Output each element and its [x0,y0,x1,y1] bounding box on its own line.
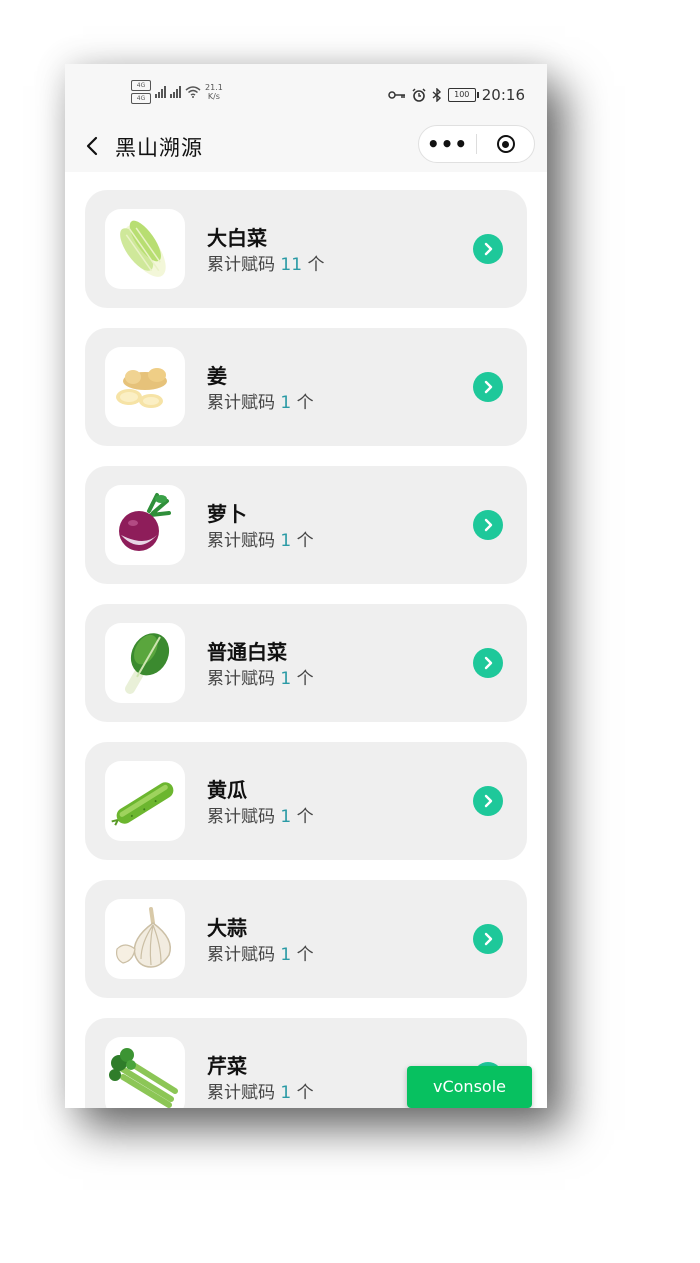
list-item[interactable]: 普通白菜 累计赋码 1 个 [85,604,527,722]
thumbnail [105,623,185,703]
cucumber-icon [111,782,174,826]
item-name: 姜 [207,364,227,388]
list-item[interactable]: 萝卜 累计赋码 1 个 [85,466,527,584]
chevron-right-icon[interactable] [473,924,503,954]
item-name: 大白菜 [207,226,267,250]
battery-icon: 100 [447,88,479,102]
list-item[interactable]: 黄瓜 累计赋码 1 个 [85,742,527,860]
back-arrow-icon[interactable] [83,134,103,158]
chevron-right-icon[interactable] [473,786,503,816]
status-right: 100 20:16 [388,86,525,104]
thumbnail [105,899,185,979]
celery-icon [109,1048,178,1108]
chevron-right-icon[interactable] [473,648,503,678]
bluetooth-icon [432,88,441,102]
thumbnail [105,1037,185,1108]
product-list: 大白菜 累计赋码 11 个 姜 累计赋码 1 个 萝卜 累计赋码 1 个 普通白… [65,172,547,1108]
alarm-icon [412,88,426,102]
net-speed-unit: K/s [207,92,220,101]
signal-1-icon [155,86,166,98]
chevron-right-icon[interactable] [473,234,503,264]
count-number: 1 [280,807,292,827]
status-bar: 4G 4G 21.1 K/s 100 20:16 [65,64,547,124]
count-number: 1 [280,393,292,413]
key-icon [388,91,405,99]
sim2-icon: 4G [131,93,151,104]
thumbnail [105,209,185,289]
mini-program-capsule: ••• [418,125,535,163]
item-name: 芹菜 [207,1054,247,1078]
target-circle-icon [496,135,515,153]
close-mini-program-button[interactable] [477,135,534,153]
net-speed-value: 21.1 [205,83,223,92]
item-count: 累计赋码 1 个 [207,807,314,827]
list-item[interactable]: 姜 累计赋码 1 个 [85,328,527,446]
chevron-right-icon[interactable] [473,510,503,540]
item-name: 黄瓜 [207,778,247,802]
item-name: 大蒜 [207,916,247,940]
thumbnail [105,347,185,427]
item-count: 累计赋码 1 个 [207,393,314,413]
list-item[interactable]: 大白菜 累计赋码 11 个 [85,190,527,308]
item-count: 累计赋码 1 个 [207,945,314,965]
bok-choy-icon [125,633,170,694]
wifi-icon [185,86,201,98]
napa-cabbage-icon [120,220,166,277]
vconsole-button[interactable]: vConsole [407,1066,532,1108]
item-name: 普通白菜 [207,640,287,664]
nav-bar: 黑山溯源 ••• [65,120,547,172]
item-count: 累计赋码 1 个 [207,531,314,551]
garlic-icon [116,907,171,968]
signal-2-icon [170,86,181,98]
clock: 20:16 [481,86,525,104]
status-left: 4G 4G 21.1 K/s [131,80,223,104]
count-number: 1 [280,945,292,965]
sim-indicators: 4G 4G [131,80,151,104]
net-speed: 21.1 K/s [205,83,223,101]
ginger-icon [116,368,167,408]
item-count: 累计赋码 1 个 [207,669,314,689]
count-number: 1 [280,669,292,689]
item-name: 萝卜 [207,502,247,526]
radish-icon [119,493,171,551]
count-number: 1 [280,1083,292,1103]
screenshot-stage: 4G 4G 21.1 K/s 100 20:16 黑山溯源 ••• 大白菜 累计… [0,0,700,1263]
thumbnail [105,485,185,565]
count-number: 1 [280,531,292,551]
item-count: 累计赋码 11 个 [207,255,325,275]
item-count: 累计赋码 1 个 [207,1083,314,1103]
more-menu-button[interactable]: ••• [419,126,476,162]
count-number: 11 [280,255,303,275]
thumbnail [105,761,185,841]
sim1-icon: 4G [131,80,151,91]
chevron-right-icon[interactable] [473,372,503,402]
list-item[interactable]: 大蒜 累计赋码 1 个 [85,880,527,998]
phone-screen: 4G 4G 21.1 K/s 100 20:16 黑山溯源 ••• 大白菜 累计… [65,64,547,1108]
page-title: 黑山溯源 [115,136,203,160]
